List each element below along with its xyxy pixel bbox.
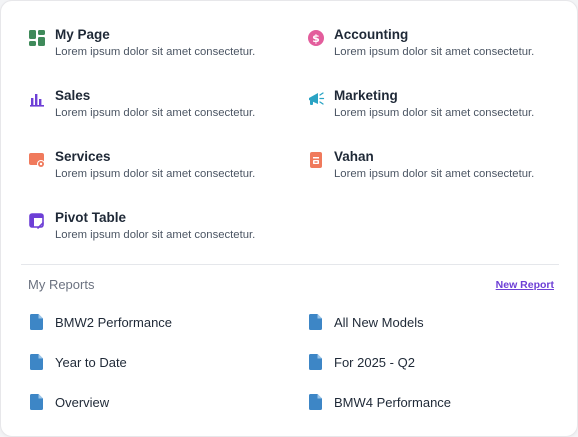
service-gear-icon — [28, 151, 46, 169]
report-label: BMW4 Performance — [334, 394, 452, 410]
report-item[interactable]: All New Models — [309, 312, 530, 332]
svg-text:$: $ — [312, 32, 320, 45]
module-accounting[interactable]: $ Accounting Lorem ipsum dolor sit amet … — [307, 26, 558, 87]
module-marketing[interactable]: Marketing Lorem ipsum dolor sit amet con… — [307, 87, 558, 148]
report-item[interactable]: BMW2 Performance — [30, 312, 309, 332]
section-divider — [21, 264, 559, 265]
module-title: Marketing — [334, 88, 398, 103]
module-description: Lorem ipsum dolor sit amet consectetur. — [55, 46, 256, 58]
report-label: Year to Date — [55, 354, 127, 370]
module-grid: My Page Lorem ipsum dolor sit amet conse… — [28, 26, 558, 270]
pivot-table-icon — [28, 212, 46, 230]
reports-menu-panel: My Page Lorem ipsum dolor sit amet conse… — [0, 0, 578, 437]
document-icon — [309, 394, 322, 410]
bar-chart-icon — [28, 90, 46, 108]
reports-section-title: My Reports — [28, 277, 95, 292]
module-title: Pivot Table — [55, 210, 127, 225]
report-item[interactable]: BMW4 Performance — [309, 392, 530, 412]
document-icon — [30, 354, 43, 370]
module-sales[interactable]: Sales Lorem ipsum dolor sit amet consect… — [28, 87, 307, 148]
module-vahan[interactable]: Vahan Lorem ipsum dolor sit amet consect… — [307, 148, 558, 209]
document-icon — [309, 314, 322, 330]
module-title: Accounting — [334, 27, 409, 42]
report-label: Overview — [55, 394, 110, 410]
module-title: Vahan — [334, 149, 374, 164]
module-description: Lorem ipsum dolor sit amet consectetur. — [334, 107, 535, 119]
document-icon — [30, 314, 43, 330]
megaphone-icon — [307, 90, 325, 108]
module-title: Sales — [55, 88, 91, 103]
module-description: Lorem ipsum dolor sit amet consectetur. — [334, 168, 535, 180]
new-report-link[interactable]: New Report — [496, 279, 554, 291]
module-title: My Page — [55, 27, 110, 42]
report-item[interactable]: For 2025 - Q2 — [309, 352, 530, 372]
module-services[interactable]: Services Lorem ipsum dolor sit amet cons… — [28, 148, 307, 209]
document-icon — [30, 394, 43, 410]
module-title: Services — [55, 149, 111, 164]
report-label: BMW2 Performance — [55, 314, 173, 330]
module-description: Lorem ipsum dolor sit amet consectetur. — [334, 46, 535, 58]
module-description: Lorem ipsum dolor sit amet consectetur. — [55, 168, 256, 180]
report-label: For 2025 - Q2 — [334, 354, 415, 370]
dollar-coin-icon: $ — [307, 29, 325, 47]
document-icon — [309, 354, 322, 370]
module-pivot-table[interactable]: Pivot Table Lorem ipsum dolor sit amet c… — [28, 209, 307, 270]
module-description: Lorem ipsum dolor sit amet consectetur. — [55, 107, 256, 119]
report-item[interactable]: Overview — [30, 392, 309, 412]
dashboard-icon — [28, 29, 46, 47]
report-item[interactable]: Year to Date — [30, 352, 309, 372]
reports-list: BMW2 Performance All New Models Year to … — [30, 312, 530, 432]
reports-header: My Reports New Report — [28, 277, 554, 292]
vehicle-doc-icon — [307, 151, 325, 169]
report-label: All New Models — [334, 314, 424, 330]
module-description: Lorem ipsum dolor sit amet consectetur. — [55, 229, 256, 241]
module-my-page[interactable]: My Page Lorem ipsum dolor sit amet conse… — [28, 26, 307, 87]
